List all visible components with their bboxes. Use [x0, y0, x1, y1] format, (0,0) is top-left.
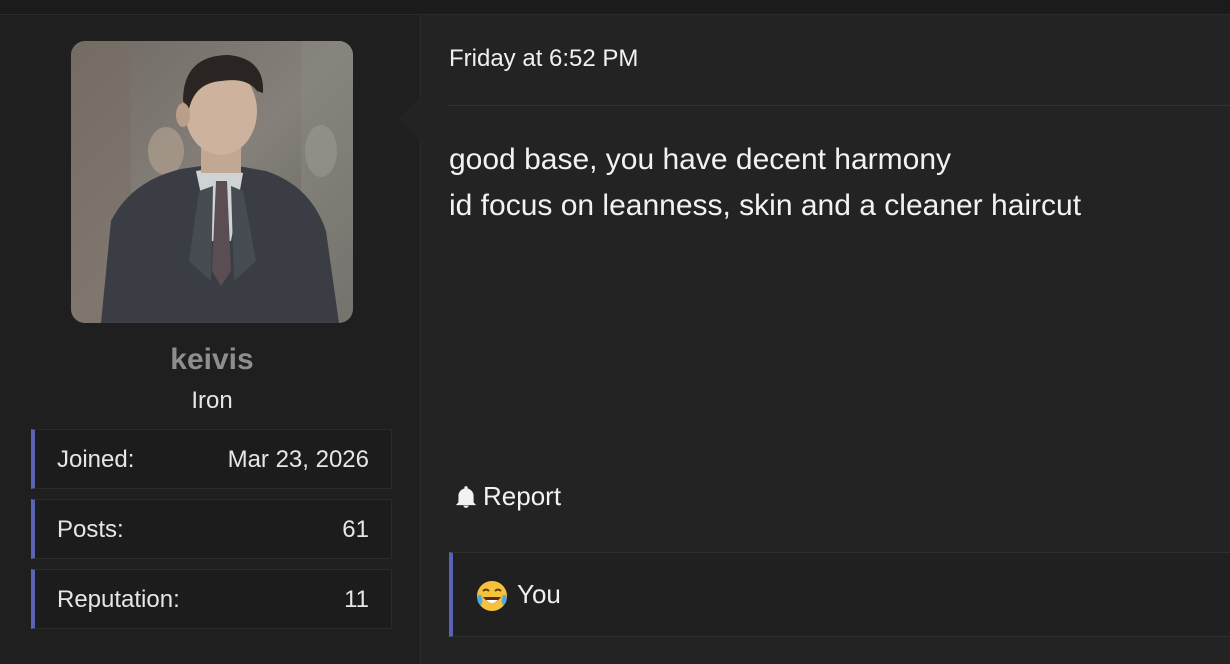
bell-icon: [453, 484, 479, 510]
stat-reputation: Reputation: 11: [31, 569, 392, 629]
stat-joined: Joined: Mar 23, 2026: [31, 429, 392, 489]
stat-label: Reputation:: [57, 586, 180, 613]
post-body-line: good base, you have decent harmony: [449, 143, 952, 176]
stat-value: 61: [342, 516, 369, 543]
reactions-bar[interactable]: You: [449, 552, 1230, 637]
avatar[interactable]: [71, 41, 353, 323]
report-label: Report: [483, 481, 562, 511]
divider: [449, 105, 1230, 106]
username[interactable]: keivis: [0, 343, 424, 377]
top-bar: [0, 0, 1230, 15]
stat-value: Mar 23, 2026: [227, 446, 369, 473]
stat-label: Joined:: [57, 446, 135, 473]
post-timestamp[interactable]: Friday at 6:52 PM: [449, 45, 638, 73]
report-button[interactable]: Report: [453, 481, 561, 512]
user-rank: Iron: [191, 387, 233, 414]
message-panel: Friday at 6:52 PM good base, you have de…: [421, 15, 1230, 664]
stat-posts: Posts: 61: [31, 499, 392, 559]
stat-label: Posts:: [57, 516, 124, 543]
reaction-users[interactable]: You: [517, 579, 561, 610]
stat-value: 11: [344, 586, 369, 613]
post-body: good base, you have decent harmony id fo…: [449, 137, 1081, 229]
post-body-line: id focus on leanness, skin and a cleaner…: [449, 189, 1082, 222]
user-info-panel: keivis Iron Joined: Mar 23, 2026 Posts: …: [0, 15, 421, 664]
avatar-image: [71, 41, 353, 323]
crying-laughing-icon: [475, 579, 509, 613]
speech-arrow: [398, 97, 421, 141]
